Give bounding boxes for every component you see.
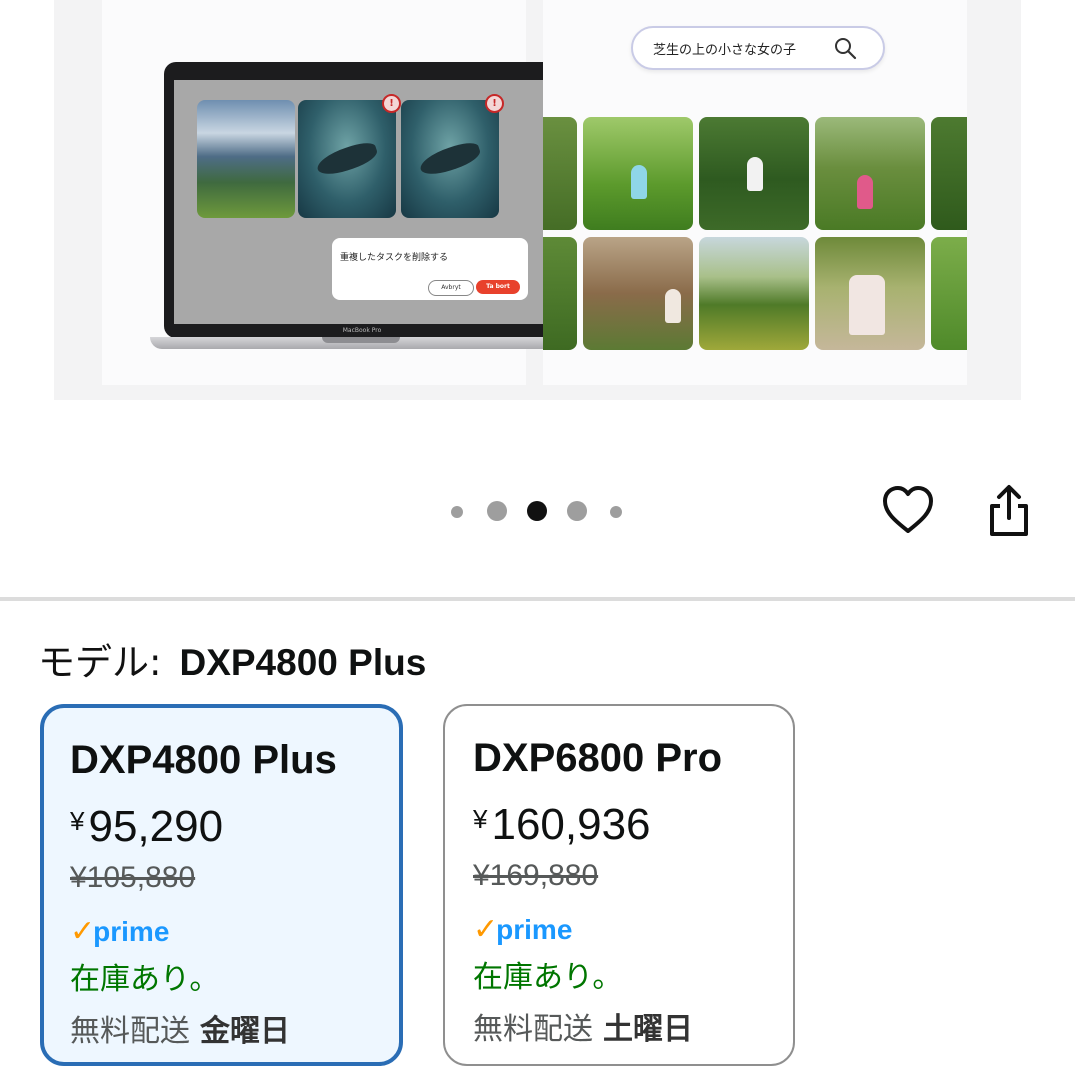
prime-check-icon: ✓ <box>70 914 96 949</box>
option-price: ¥160,936 <box>473 800 651 850</box>
prime-check-icon: ✓ <box>473 912 499 947</box>
selected-model-name: DXP4800 Plus <box>179 642 427 683</box>
search-icon <box>835 38 857 60</box>
photo-thumbnail <box>583 237 693 350</box>
image-panel-photo-search: 芝生の上の小さな女の子 <box>543 0 967 385</box>
prime-badge: ✓prime <box>70 914 170 949</box>
stock-status: 在庫あり。 <box>473 960 623 995</box>
delete-duplicates-dialog: 重複したタスクを削除する Avbryt Ta bort <box>332 238 528 300</box>
option-list-price: ¥105,880 <box>70 861 196 894</box>
option-name: DXP6800 Pro <box>473 736 723 780</box>
photo-search-query: 芝生の上の小さな女の子 <box>653 43 797 58</box>
carousel-dot-active[interactable] <box>527 501 547 521</box>
model-option-dxp4800-plus[interactable]: DXP4800 Plus ¥95,290 ¥105,880 ✓prime 在庫あ… <box>40 704 403 1066</box>
share-icon <box>990 485 1028 536</box>
favorite-button[interactable] <box>880 484 936 536</box>
carousel-dot[interactable] <box>451 506 463 518</box>
dialog-title: 重複したタスクを削除する <box>340 253 449 263</box>
model-label: モデル: <box>38 641 162 684</box>
photo-thumbnail <box>815 237 925 350</box>
photo-thumbnail <box>931 237 967 350</box>
price-value: 160,936 <box>491 800 651 849</box>
warning-icon: ! <box>382 94 401 113</box>
prime-label: prime <box>496 913 573 945</box>
prime-label: prime <box>93 915 170 947</box>
photo-thumbnail <box>699 237 809 350</box>
yen-symbol: ¥ <box>473 804 488 834</box>
delivery-info: 無料配送 土曜日 <box>473 1004 693 1048</box>
carousel-pagination <box>448 500 628 522</box>
share-button[interactable] <box>982 482 1036 540</box>
yen-symbol: ¥ <box>70 806 85 836</box>
option-name: DXP4800 Plus <box>70 738 337 782</box>
carousel-dot[interactable] <box>487 501 507 521</box>
whale-photo-thumbnail <box>298 100 396 218</box>
prime-badge: ✓prime <box>473 912 573 947</box>
warning-icon: ! <box>485 94 504 113</box>
laptop-brand-label: MacBook Pro <box>342 327 382 334</box>
photo-thumbnail <box>815 117 925 230</box>
photo-search-bar: 芝生の上の小さな女の子 <box>631 26 885 70</box>
option-price: ¥95,290 <box>70 802 223 852</box>
laptop-notch <box>322 337 400 343</box>
price-value: 95,290 <box>88 802 224 851</box>
free-delivery-label: 無料配送 <box>473 1012 593 1047</box>
carousel-dot[interactable] <box>610 506 622 518</box>
dialog-cancel-button: Avbryt <box>428 280 474 296</box>
photo-thumbnail <box>543 237 577 350</box>
delivery-day: 金曜日 <box>200 1014 290 1049</box>
product-image[interactable]: ! ! 重複したタスクを削除する Avbryt Ta bort MacBook … <box>54 0 1021 400</box>
carousel-dot[interactable] <box>567 501 587 521</box>
model-option-dxp6800-pro[interactable]: DXP6800 Pro ¥160,936 ¥169,880 ✓prime 在庫あ… <box>443 704 795 1066</box>
free-delivery-label: 無料配送 <box>70 1014 190 1049</box>
stock-status: 在庫あり。 <box>70 962 220 997</box>
mountain-photo-thumbnail <box>197 100 295 218</box>
dialog-delete-button: Ta bort <box>476 280 520 294</box>
duplicate-whale-photo-thumbnail <box>401 100 499 218</box>
photo-thumbnail <box>583 117 693 230</box>
photo-thumbnail <box>931 117 967 230</box>
photo-thumbnail <box>543 117 577 230</box>
heart-icon <box>883 486 933 533</box>
option-list-price: ¥169,880 <box>473 859 599 892</box>
photo-thumbnail <box>699 117 809 230</box>
delivery-day: 土曜日 <box>603 1012 693 1047</box>
delivery-info: 無料配送 金曜日 <box>70 1006 290 1050</box>
model-selector-header: モデル: DXP4800 Plus <box>38 632 426 686</box>
image-panel-laptop: ! ! 重複したタスクを削除する Avbryt Ta bort MacBook … <box>102 0 574 385</box>
section-divider <box>0 597 1075 601</box>
